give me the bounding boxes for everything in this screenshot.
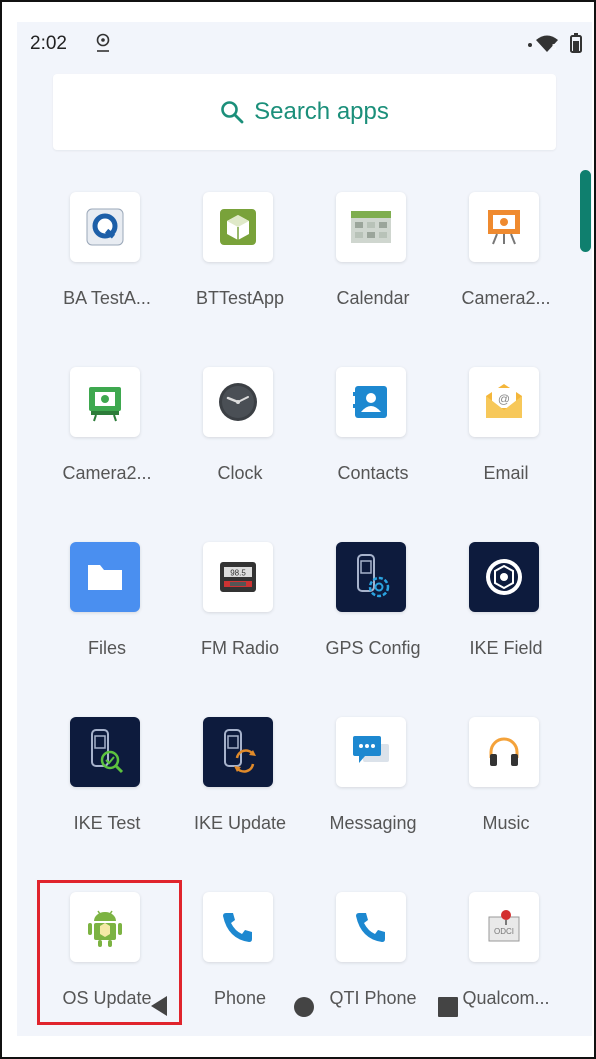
app-label: Messaging: [329, 813, 417, 833]
ba-test-icon: [70, 192, 140, 262]
app-label: FM Radio: [200, 638, 280, 658]
camera2-green-icon: [70, 367, 140, 437]
home-icon[interactable]: [293, 996, 315, 1018]
fm-radio-icon: 98.5: [203, 542, 273, 612]
svg-text:98.5: 98.5: [230, 569, 246, 578]
svg-text:5: 5: [552, 43, 557, 52]
app-label: IKE Test: [73, 813, 141, 833]
recents-icon[interactable]: [437, 996, 459, 1018]
app-label: IKE Field: [469, 638, 543, 658]
music-icon: [469, 717, 539, 787]
search-bar[interactable]: Search apps: [53, 74, 556, 150]
system-status-icons: 5: [528, 33, 582, 53]
signal-dot-icon: [528, 43, 532, 47]
ike-field-icon: [469, 542, 539, 612]
scrollbar-thumb[interactable]: [580, 170, 591, 252]
ike-update-icon: [203, 717, 273, 787]
app-label: Calendar: [336, 288, 410, 308]
status-bar: 2:02 5: [17, 22, 592, 66]
location-icon: [96, 33, 110, 52]
files-icon: [70, 542, 140, 612]
calendar-icon: [336, 192, 406, 262]
search-icon: [221, 101, 244, 124]
contacts-icon: [336, 367, 406, 437]
app-label: IKE Update: [193, 813, 287, 833]
search-label: Search apps: [254, 98, 389, 125]
email-icon: @: [469, 367, 539, 437]
phone-icon: [203, 892, 273, 962]
app-label: GPS Config: [325, 638, 421, 658]
app-label: Music: [482, 813, 530, 833]
camera2-icon: [469, 192, 539, 262]
clock-icon: [203, 367, 273, 437]
app-label: Files: [87, 638, 126, 658]
wifi-icon: 5: [536, 35, 558, 52]
qti-phone-icon: [336, 892, 406, 962]
app-label: Clock: [217, 463, 263, 483]
qualcomm-icon: ODCI: [469, 892, 539, 962]
bt-test-icon: [203, 192, 273, 262]
gps-config-icon: [336, 542, 406, 612]
svg-text:ODCI: ODCI: [494, 927, 514, 936]
app-label: Camera2...: [461, 288, 551, 308]
app-label: BTTestApp: [195, 288, 285, 308]
app-label: Contacts: [337, 463, 409, 483]
svg-text:@: @: [498, 392, 510, 406]
app-label: Camera2...: [62, 463, 152, 483]
highlight-box: [37, 880, 182, 1025]
ike-test-icon: [70, 717, 140, 787]
app-label: BA TestA...: [63, 288, 151, 308]
app-label: Email: [483, 463, 529, 483]
status-time: 2:02: [30, 33, 67, 54]
battery-icon: [570, 33, 582, 53]
messaging-icon: [336, 717, 406, 787]
